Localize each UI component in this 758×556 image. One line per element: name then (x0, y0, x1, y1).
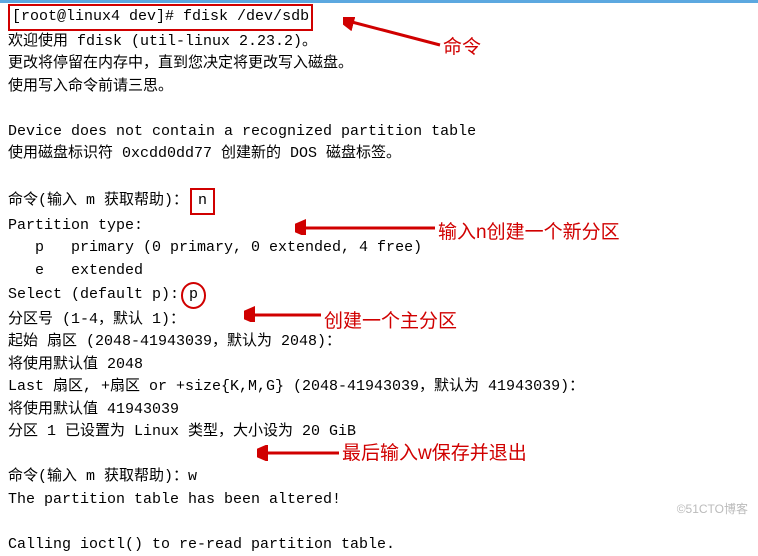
blank-line (8, 166, 750, 189)
think-line: 使用写入命令前请三思。 (8, 76, 750, 99)
cmd-prompt-w-line: 命令(输入 m 获取帮助)：w (8, 466, 750, 489)
prompt-line: [root@linux4 dev]# fdisk /dev/sdb (8, 4, 750, 31)
watermark: ©51CTO博客 (677, 500, 748, 518)
input-n-box: n (190, 188, 215, 215)
annotation-command: 命令 (443, 34, 481, 63)
altered-line: The partition table has been altered! (8, 489, 750, 512)
ptype-line: Partition type: (8, 215, 750, 238)
last-sector-line: Last 扇区, +扇区 or +size{K,M,G} (2048-41943… (8, 376, 750, 399)
shell-prompt: [root@linux4 dev]# (12, 8, 174, 25)
use-default2-line: 将使用默认值 41943039 (8, 399, 750, 422)
ptype-e-line: e extended (8, 260, 750, 283)
cmd-prompt-n-line: 命令(输入 m 获取帮助)： n (8, 188, 750, 215)
command-highlight-box: [root@linux4 dev]# fdisk /dev/sdb (8, 4, 313, 31)
input-n-value: n (198, 192, 207, 209)
no-table-line: Device does not contain a recognized par… (8, 121, 750, 144)
annotation-n: 输入n创建一个新分区 (438, 219, 620, 248)
annotation-w: 最后输入w保存并退出 (342, 440, 527, 469)
ptype-p-line: p primary (0 primary, 0 extended, 4 free… (8, 237, 750, 260)
change-notice-line: 更改将停留在内存中，直到您决定将更改写入磁盘。 (8, 53, 750, 76)
command-text: fdisk /dev/sdb (183, 8, 309, 25)
blank-line (8, 511, 750, 534)
cmd-prompt-label: 命令(输入 m 获取帮助)： (8, 192, 188, 209)
input-p-value: p (189, 286, 198, 303)
ioctl-line: Calling ioctl() to re-read partition tab… (8, 534, 750, 556)
select-p-line: Select (default p): p (8, 282, 750, 309)
select-p-label: Select (default p): (8, 286, 179, 303)
use-default1-line: 将使用默认值 2048 (8, 354, 750, 377)
input-p-circle: p (181, 282, 206, 309)
window-titlebar (0, 0, 758, 3)
annotation-p: 创建一个主分区 (324, 308, 457, 337)
welcome-line: 欢迎使用 fdisk (util-linux 2.23.2)。 (8, 31, 750, 54)
blank-line (8, 98, 750, 121)
terminal-output: [root@linux4 dev]# fdisk /dev/sdb 欢迎使用 f… (8, 4, 750, 556)
dos-label-line: 使用磁盘标识符 0xcdd0dd77 创建新的 DOS 磁盘标签。 (8, 143, 750, 166)
